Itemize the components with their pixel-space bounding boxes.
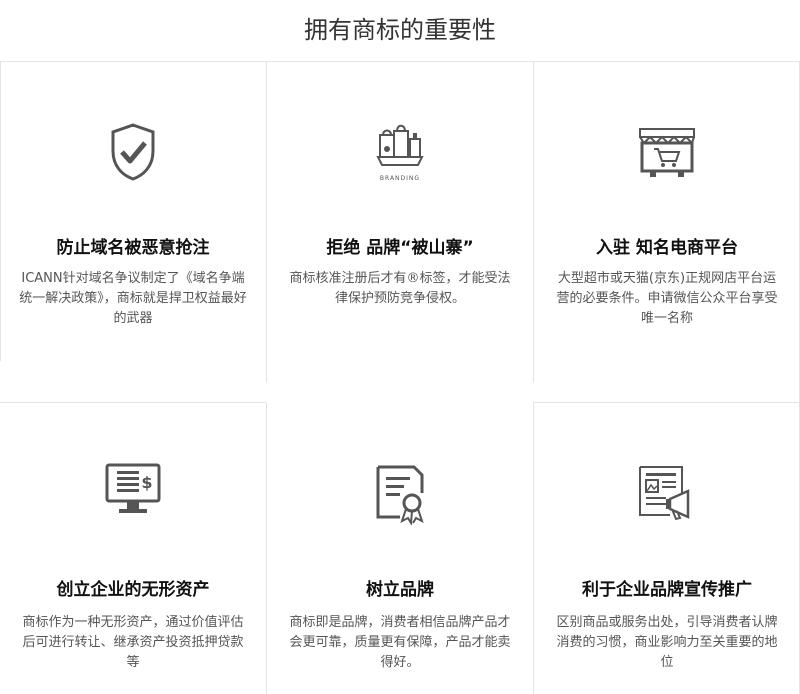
certificate-icon bbox=[370, 463, 430, 529]
monitor-dollar-icon: $ bbox=[103, 461, 163, 525]
svg-text:$: $ bbox=[141, 473, 152, 492]
card-desc: 商标即是品牌，消费者相信品牌产品才会更可靠，质量更有保障，产品才能卖得好。 bbox=[289, 615, 511, 670]
page-title: 拥有商标的重要性 bbox=[304, 16, 496, 44]
feature-card-brand: 树立品牌 商标即是品牌，消费者相信品牌产品才会更可靠，质量更有保障，产品才能卖得… bbox=[267, 403, 533, 694]
feature-card-domain: 防止域名被恶意抢注 ICANN针对域名争议制定了《域名争端统一解决政策》，商标就… bbox=[0, 61, 266, 402]
card-desc: ICANN针对域名争议制定了《域名争端统一解决政策》，商标就是捍卫权益最好的武器 bbox=[19, 271, 247, 326]
features-grid: 防止域名被恶意抢注 ICANN针对域名争议制定了《域名争端统一解决政策》，商标就… bbox=[0, 61, 800, 694]
branding-bags-icon: BRANDING bbox=[370, 119, 430, 191]
newspaper-megaphone-icon bbox=[636, 463, 698, 527]
feature-card-anti-copy: BRANDING 拒绝 品牌“被山寨” 商标核准注册后才有®标签，才能受法律保护… bbox=[267, 61, 533, 402]
card-title: 树立品牌 bbox=[366, 580, 434, 600]
feature-card-promotion: 利于企业品牌宣传推广 区别商品或服务出处，引导消费者认牌消费的习惯，商业影响力至… bbox=[534, 403, 800, 694]
card-desc: 区别商品或服务出处，引导消费者认牌消费的习惯，商业影响力至关重要的地位 bbox=[556, 615, 778, 670]
card-title: 拒绝 品牌“被山寨” bbox=[326, 238, 474, 258]
card-desc: 商标核准注册后才有®标签，才能受法律保护预防竞争侵权。 bbox=[289, 271, 511, 306]
feature-card-ecommerce: 入驻 知名电商平台 大型超市或天猫(京东)正规网店平台运营的必要条件。申请微信公… bbox=[534, 61, 800, 402]
online-shop-icon bbox=[636, 121, 698, 185]
card-title: 创立企业的无形资产 bbox=[56, 580, 210, 600]
branding-text: BRANDING bbox=[379, 175, 421, 182]
shield-check-icon bbox=[108, 121, 158, 187]
feature-card-assets: $ 创立企业的无形资产 商标作为一种无形资产，通过价值评估后可进行转让、继承资产… bbox=[0, 403, 266, 694]
card-desc: 大型超市或天猫(京东)正规网店平台运营的必要条件。申请微信公众平台享受唯一名称 bbox=[556, 271, 778, 326]
card-title: 入驻 知名电商平台 bbox=[596, 238, 738, 258]
card-title: 防止域名被恶意抢注 bbox=[56, 238, 210, 258]
card-title: 利于企业品牌宣传推广 bbox=[582, 580, 752, 600]
card-desc: 商标作为一种无形资产，通过价值评估后可进行转让、继承资产投资抵押贷款等 bbox=[22, 615, 244, 670]
